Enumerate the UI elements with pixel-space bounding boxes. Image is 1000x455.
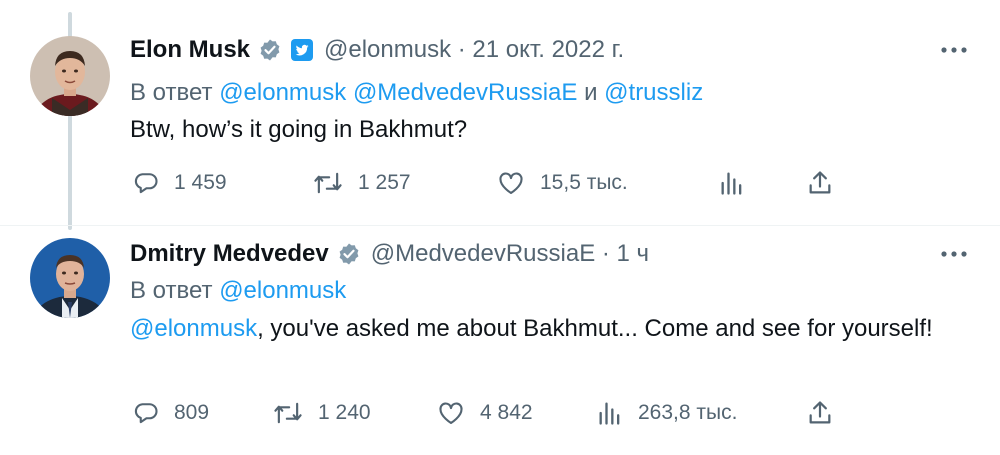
views-button[interactable] xyxy=(718,163,746,203)
author-name[interactable]: Dmitry Medvedev xyxy=(130,240,329,268)
share-icon xyxy=(809,171,831,194)
retweet-count: 1 240 xyxy=(318,401,371,424)
verified-badge-icon xyxy=(337,242,361,266)
tweet-text: @elonmusk, you've asked me about Bakhmut… xyxy=(130,313,950,345)
reply-button[interactable]: 1 459 xyxy=(132,163,227,203)
reply-button[interactable]: 809 xyxy=(132,393,209,433)
views-count: 263,8 тыс. xyxy=(638,401,738,424)
reply-mention-link[interactable]: @trussliz xyxy=(604,79,703,106)
retweet-icon xyxy=(274,402,302,424)
retweet-button[interactable]: 1 257 xyxy=(312,163,411,203)
twitter-affiliate-icon[interactable] xyxy=(290,38,314,62)
more-options-icon[interactable] xyxy=(938,238,970,270)
retweet-button[interactable]: 1 240 xyxy=(272,393,371,433)
views-button[interactable]: 263,8 тыс. xyxy=(596,393,737,433)
reply-conjunction: и xyxy=(584,79,598,106)
reply-icon xyxy=(134,173,158,194)
share-button[interactable] xyxy=(806,393,834,433)
reply-context: В ответ @elonmusk xyxy=(130,277,346,305)
retweet-icon xyxy=(314,172,342,194)
tweet-elon-musk[interactable]: Elon Musk @elonmusk · 21 окт. 2022 г. В … xyxy=(0,0,1000,226)
tweet-header: Dmitry Medvedev @MedvedevRussiaE · 1 ч xyxy=(130,236,649,272)
reply-mention-link[interactable]: @MedvedevRussiaE xyxy=(353,79,577,106)
tweet-header: Elon Musk @elonmusk · 21 окт. 2022 г. xyxy=(130,32,624,68)
tweet-body: , you've asked me about Bakhmut... Come … xyxy=(257,315,933,342)
retweet-count: 1 257 xyxy=(358,171,411,194)
author-name[interactable]: Elon Musk xyxy=(130,36,250,64)
reply-mention-link[interactable]: @elonmusk xyxy=(219,79,346,106)
reply-icon xyxy=(134,403,158,424)
tweet-dmitry-medvedev[interactable]: Dmitry Medvedev @MedvedevRussiaE · 1 ч В… xyxy=(0,226,1000,455)
like-button[interactable]: 15,5 тыс. xyxy=(496,163,628,203)
handle-and-timestamp[interactable]: @elonmusk · 21 окт. 2022 г. xyxy=(324,36,624,64)
reply-prefix: В ответ xyxy=(130,79,213,106)
reply-count: 1 459 xyxy=(174,171,227,194)
share-icon xyxy=(809,401,831,424)
handle-and-timestamp[interactable]: @MedvedevRussiaE · 1 ч xyxy=(371,240,649,268)
like-count: 4 842 xyxy=(480,401,533,424)
heart-icon xyxy=(439,402,463,424)
reply-count: 809 xyxy=(174,401,210,424)
avatar[interactable] xyxy=(30,238,110,318)
reply-prefix: В ответ xyxy=(130,277,213,304)
tweet-text: Btw, how’s it going in Bakhmut? xyxy=(130,116,468,143)
avatar[interactable] xyxy=(30,36,110,116)
more-options-icon[interactable] xyxy=(938,34,970,66)
tweet-actions: 809 1 240 4 842 263,8 тыс. xyxy=(0,393,1000,433)
share-button[interactable] xyxy=(806,163,834,203)
reply-context: В ответ @elonmusk @MedvedevRussiaE и @tr… xyxy=(130,79,703,107)
text-mention-link[interactable]: @elonmusk xyxy=(130,315,257,342)
reply-mention-link[interactable]: @elonmusk xyxy=(219,277,346,304)
tweet-actions: 1 459 1 257 15,5 тыс. xyxy=(0,163,1000,203)
heart-icon xyxy=(499,172,523,194)
analytics-icon xyxy=(599,402,620,425)
like-count: 15,5 тыс. xyxy=(540,171,628,194)
verified-badge-icon xyxy=(258,38,282,62)
like-button[interactable]: 4 842 xyxy=(436,393,533,433)
analytics-icon xyxy=(721,172,742,195)
